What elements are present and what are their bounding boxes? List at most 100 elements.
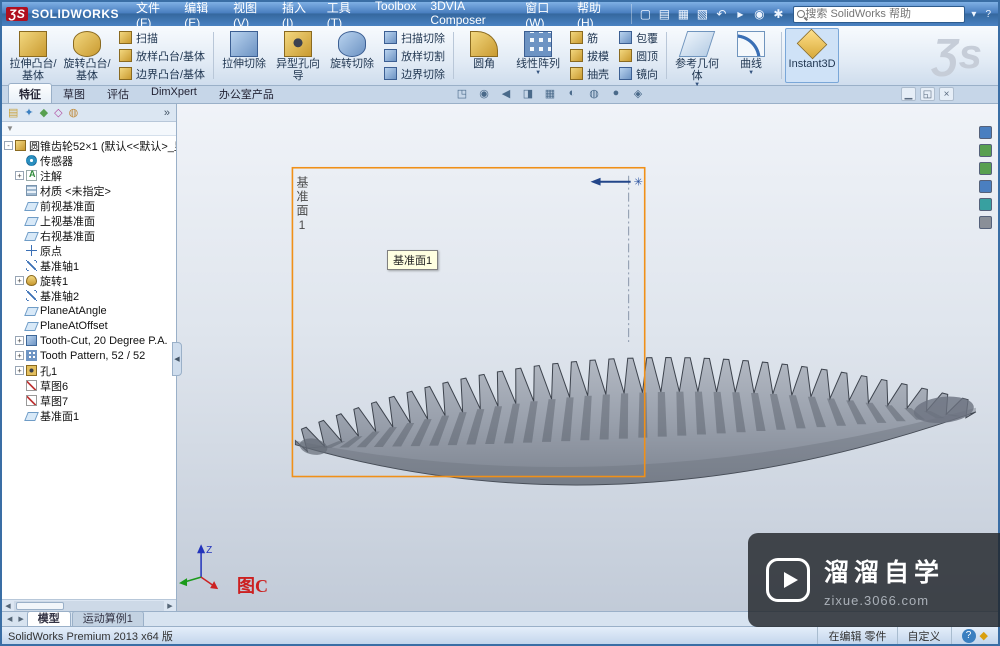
tree-item[interactable]: 传感器: [2, 153, 176, 168]
doc-restore-button[interactable]: ◱: [920, 87, 935, 101]
panel-collapse-button[interactable]: ◀: [172, 342, 182, 376]
tree-item[interactable]: 草图7: [2, 393, 176, 408]
filter-funnel-icon[interactable]: ▼: [6, 124, 14, 133]
ribbon-small-button[interactable]: 镜向: [616, 65, 661, 82]
section-view-icon[interactable]: ◨: [520, 87, 536, 100]
tree-item[interactable]: 基准轴2: [2, 288, 176, 303]
search-input[interactable]: [805, 8, 962, 20]
ribbon-tab[interactable]: 特征: [8, 83, 52, 103]
expand-toggle-icon[interactable]: -: [4, 141, 13, 150]
ribbon-small-button[interactable]: 圆顶: [616, 47, 661, 64]
ribbon-small-button[interactable]: 包覆: [616, 29, 661, 46]
display-style-icon[interactable]: [979, 144, 992, 157]
displaymanager-tab-icon[interactable]: ◍: [69, 106, 79, 119]
help-question-icon[interactable]: ?: [961, 628, 976, 643]
expand-toggle-icon[interactable]: +: [15, 171, 24, 180]
tree-item[interactable]: PlaneAtOffset: [2, 318, 176, 333]
select-icon[interactable]: ▸: [731, 5, 749, 23]
rebuild-icon[interactable]: ◉: [750, 5, 768, 23]
scroll-left-button[interactable]: ◀: [2, 602, 14, 610]
doc-close-button[interactable]: ×: [939, 87, 954, 101]
previous-view-icon[interactable]: ◀: [498, 87, 514, 100]
tree-item[interactable]: 基准面1: [2, 408, 176, 423]
ribbon-tab[interactable]: 评估: [96, 83, 140, 103]
search-dropdown-icon[interactable]: ▾: [968, 9, 979, 20]
revolve-boss-button[interactable]: 旋转凸台/基体: [60, 28, 114, 83]
ribbon-small-button[interactable]: 放样切割: [381, 47, 448, 64]
scrollbar-thumb[interactable]: [16, 601, 64, 610]
ribbon-small-button[interactable]: 扫描切除: [381, 29, 448, 46]
ribbon-tab[interactable]: 草图: [52, 83, 96, 103]
linear-pattern-button[interactable]: 线性阵列 ▼: [511, 28, 565, 83]
new-icon[interactable]: ▢: [636, 5, 654, 23]
configurationmanager-tab-icon[interactable]: ◆: [40, 106, 48, 119]
ribbon-small-button[interactable]: 拔模: [567, 47, 612, 64]
display-style-icon[interactable]: ◐: [564, 87, 580, 100]
tree-item[interactable]: + Tooth Pattern, 52 / 52: [2, 348, 176, 363]
extrude-cut-button[interactable]: 拉伸切除: [217, 28, 271, 83]
instant3d-button[interactable]: Instant3D: [785, 28, 840, 83]
standard-views-icon[interactable]: [979, 126, 992, 139]
ribbon-small-button[interactable]: 筋: [567, 29, 612, 46]
zoom-area-icon[interactable]: ◉: [476, 87, 492, 100]
cameras-icon[interactable]: [979, 216, 992, 229]
hide-show-icon[interactable]: ◍: [586, 87, 602, 100]
lights-icon[interactable]: [979, 198, 992, 211]
dimxpert-tab-icon[interactable]: ◇: [54, 106, 62, 119]
tree-item[interactable]: + 旋转1: [2, 273, 176, 288]
reference-geometry-button[interactable]: 参考几何体 ▼: [670, 28, 724, 88]
document-tab[interactable]: 运动算例1: [71, 611, 144, 626]
save-icon[interactable]: ▦: [674, 5, 692, 23]
tree-item[interactable]: 原点: [2, 243, 176, 258]
options-icon[interactable]: ✱: [769, 5, 787, 23]
scroll-right-button[interactable]: ▶: [164, 602, 176, 610]
tree-item[interactable]: PlaneAtAngle: [2, 303, 176, 318]
tree-item[interactable]: 前视基准面: [2, 198, 176, 213]
tree-item[interactable]: 右视基准面: [2, 228, 176, 243]
ribbon-tab[interactable]: DimXpert: [140, 83, 208, 103]
ribbon-small-button[interactable]: 抽壳: [567, 65, 612, 82]
appearances-icon[interactable]: [979, 162, 992, 175]
hole-wizard-button[interactable]: 异型孔向导: [271, 28, 325, 83]
curves-button[interactable]: 曲线 ▼: [724, 28, 778, 83]
extrude-boss-button[interactable]: 拉伸凸台/基体: [6, 28, 60, 83]
tab-scroll-right-button[interactable]: ▶: [15, 615, 26, 623]
scenes-icon[interactable]: [979, 180, 992, 193]
tree-item[interactable]: 基准轴1: [2, 258, 176, 273]
fillet-button[interactable]: 圆角: [457, 28, 511, 83]
print-icon[interactable]: ▧: [693, 5, 711, 23]
ribbon-small-button[interactable]: 边界凸台/基体: [116, 65, 208, 82]
status-custom-button[interactable]: 自定义: [896, 627, 951, 644]
expand-toggle-icon[interactable]: +: [15, 366, 24, 375]
tab-scroll-left-button[interactable]: ◀: [4, 615, 15, 623]
tree-item[interactable]: + 孔1: [2, 363, 176, 378]
open-icon[interactable]: ▤: [655, 5, 673, 23]
view-orientation-icon[interactable]: ▦: [542, 87, 558, 100]
appearance-icon[interactable]: ●: [608, 87, 624, 100]
scrollbar-track[interactable]: [14, 600, 164, 611]
expand-toggle-icon[interactable]: +: [15, 276, 24, 285]
ribbon-small-button[interactable]: 扫描: [116, 29, 208, 46]
revolve-cut-button[interactable]: 旋转切除: [325, 28, 379, 83]
tree-item[interactable]: 上视基准面: [2, 213, 176, 228]
undo-icon[interactable]: ↶: [712, 5, 730, 23]
featuremanager-tab-icon[interactable]: ▤: [8, 106, 18, 119]
tree-item[interactable]: + 注解: [2, 168, 176, 183]
tree-item[interactable]: 草图6: [2, 378, 176, 393]
expand-toggle-icon[interactable]: +: [15, 351, 24, 360]
doc-minimize-button[interactable]: ▁: [901, 87, 916, 101]
help-icon[interactable]: ?: [982, 9, 994, 20]
ribbon-tab[interactable]: 办公室产品: [208, 83, 285, 103]
expand-toggle-icon[interactable]: +: [15, 336, 24, 345]
zoom-fit-icon[interactable]: ◳: [454, 87, 470, 100]
tree-item[interactable]: + Tooth-Cut, 20 Degree P.A.: [2, 333, 176, 348]
propertymanager-tab-icon[interactable]: ✦: [24, 106, 33, 119]
ribbon-small-button[interactable]: 边界切除: [381, 65, 448, 82]
scene-icon[interactable]: ◈: [630, 87, 646, 100]
chevron-overflow-icon[interactable]: »: [164, 107, 170, 119]
ribbon-small-button[interactable]: 放样凸台/基体: [116, 47, 208, 64]
document-tab[interactable]: 模型: [26, 611, 71, 626]
tree-item[interactable]: 材质 <未指定>: [2, 183, 176, 198]
tree-item[interactable]: - 圆锥齿轮52×1 (默认<<默认>_显示: [2, 138, 176, 153]
bevel-gear-model[interactable]: [294, 356, 977, 486]
